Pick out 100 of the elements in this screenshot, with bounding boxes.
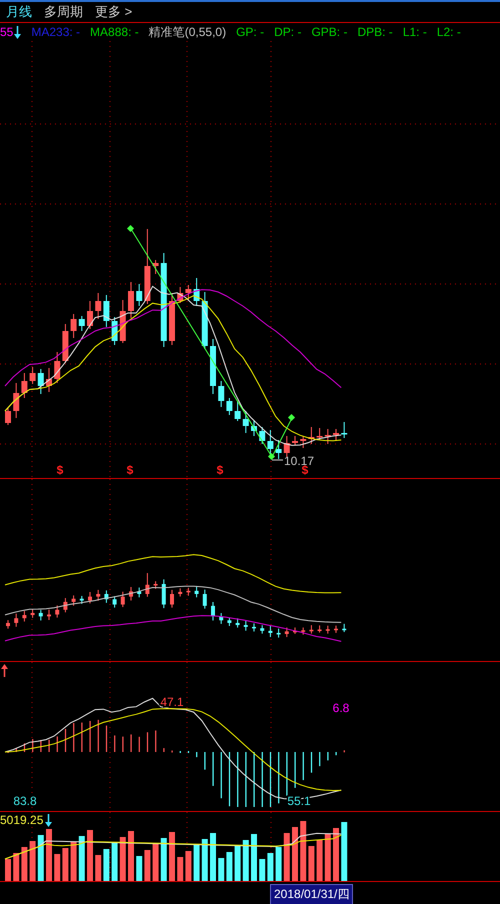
candlestick [22,610,26,622]
volume-bar [234,846,241,881]
candlestick [154,580,158,590]
candlestick [30,366,36,384]
signal-mark: $ [216,463,224,477]
volume-bar [128,831,134,881]
up-arrow-icon [1,664,8,677]
volume-bar [324,834,331,881]
signal-mark: $ [56,463,64,477]
candlestick [63,598,68,613]
volume-bar [177,857,184,881]
candlestick [47,609,51,620]
candlestick [284,627,289,638]
volume-bar [341,822,348,881]
volume-bar [308,846,314,881]
volume-bar [120,837,126,881]
candlestick [244,620,248,632]
volume-bar [316,840,323,881]
candlestick [55,604,60,618]
candlestick [6,620,10,630]
volume-bar [103,849,110,881]
volume-bar [210,833,216,881]
volume-bar [70,842,77,881]
volume-bar [284,833,290,881]
candlestick [186,587,190,596]
value-label: 83.8 [13,794,37,808]
candlestick [324,428,331,444]
volume-bar [112,843,118,881]
candlestick [87,300,93,330]
candlestick [251,420,257,436]
candlestick [128,282,134,318]
indicator-legend-text: GPB: - [311,25,348,39]
candlestick [104,590,108,604]
volume-bar [30,841,36,881]
candlestick [80,595,84,604]
volume-bar [54,854,60,881]
value-label: 6.8 [332,701,350,715]
candlestick [54,352,60,384]
candlestick [259,426,266,444]
candlestick [137,587,142,598]
volume-bar [292,827,298,881]
candlestick [284,436,290,458]
candlestick [242,410,249,434]
candlestick [276,440,282,460]
candlestick [308,426,314,444]
candlestick [316,428,323,440]
candlestick [202,292,208,350]
volume-bar [21,847,28,881]
volume-bar [160,838,167,881]
candlestick [21,372,28,398]
candlestick [309,624,314,634]
candlestick [88,592,92,604]
indicator-legend-text: DP: - [274,25,302,39]
volume-bar [5,859,11,881]
candlestick [293,627,297,634]
volume-bar [218,858,224,881]
candlestick [268,625,272,638]
candlestick [334,625,338,634]
indicator-legend-text: GP: - [236,25,264,39]
indicator-legend-text: MA888: - [90,25,139,39]
volume-bar [136,856,142,881]
indicator-legend-text: 55 [0,25,14,39]
candlestick [227,617,232,626]
candlestick [300,436,306,448]
volume-bar [267,853,274,881]
candlestick [162,578,166,609]
volume-bar [276,847,282,881]
indicator-legend-text: MA233: - [31,25,80,39]
candlestick [341,422,348,438]
candlestick [152,260,159,274]
candlestick [120,591,125,608]
volume-bar [38,835,44,881]
candlestick [5,408,11,426]
volume-bar [78,836,85,881]
candlestick [70,314,77,338]
candlestick [333,428,339,442]
candlestick [301,627,306,636]
volume-bar [300,821,306,881]
candlestick [185,284,192,300]
candlestick [46,368,52,392]
candlestick [14,613,18,628]
volume-bar [242,840,249,881]
cursor-date-label: 2018/01/31/四 [270,884,354,904]
candlestick [145,572,150,598]
down-arrow-icon [14,26,22,38]
candlestick [260,624,264,634]
period-tab[interactable]: 更多 > [93,3,134,21]
volume-bar [87,830,93,881]
candlestick [120,300,126,344]
candlestick [226,398,232,416]
period-tab[interactable]: 多周期 [42,3,85,21]
candlestick [62,324,68,364]
candlestick [342,623,346,633]
volume-bar [251,834,257,881]
candlestick [112,316,118,346]
period-tab[interactable]: 月线 [4,3,34,21]
volume-bar [202,839,208,881]
candlestick [194,278,200,306]
candlestick [177,286,184,304]
down-arrow-icon [45,814,52,826]
